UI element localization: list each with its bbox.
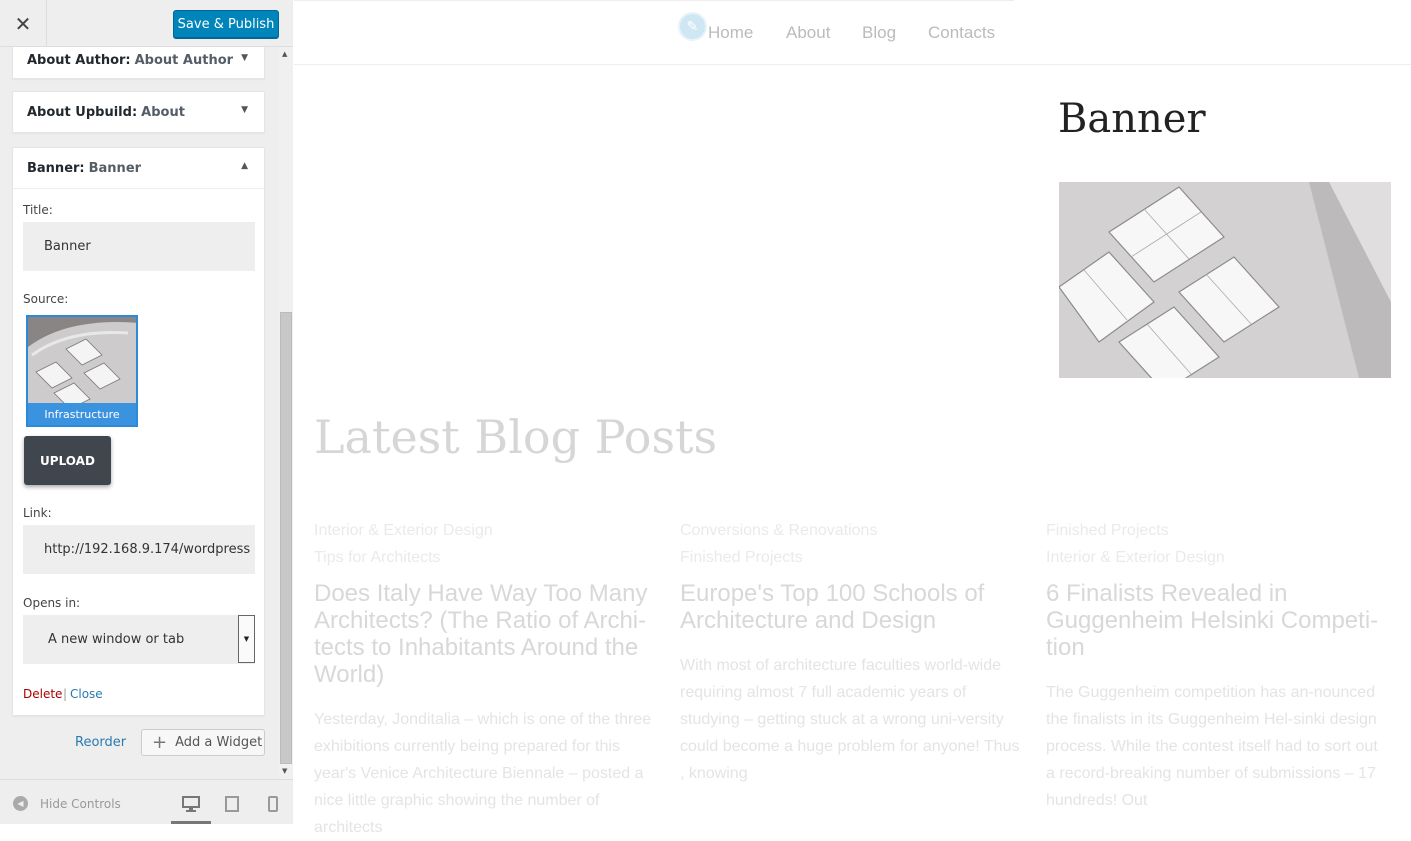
banner-widget-title: Banner xyxy=(1058,96,1206,142)
sidebar-scrollbar[interactable]: ▲ ▼ xyxy=(279,47,293,779)
link-input[interactable]: http://192.168.9.174/wordpress xyxy=(23,525,255,574)
widget-title: About Author xyxy=(134,52,234,68)
plus-icon: + xyxy=(152,732,168,753)
nav-home[interactable]: Home xyxy=(708,23,753,43)
scroll-down-icon[interactable]: ▼ xyxy=(282,767,287,775)
customizer-sidebar: ✕ Save & Publish About Author: About Auth… xyxy=(0,0,293,824)
site-preview: ✎ Home About Blog Contacts Banner Latest… xyxy=(294,0,1411,836)
widget-title: Banner xyxy=(88,160,142,176)
nav-blog[interactable]: Blog xyxy=(862,23,896,43)
nav-about[interactable]: About xyxy=(786,23,830,43)
add-widget-button[interactable]: + Add a Widget xyxy=(141,729,265,756)
source-caption: Infrastructure xyxy=(28,403,136,425)
post-category[interactable]: Interior & Exterior Design xyxy=(1046,544,1391,571)
post-title[interactable]: 6 Finalists Revealed in Guggenheim Helsi… xyxy=(1046,580,1391,661)
source-image-thumbnail[interactable]: Infrastructure xyxy=(26,315,138,427)
separator: | xyxy=(63,687,68,701)
widget-banner-header[interactable]: Banner: Banner ▲ xyxy=(13,148,264,189)
hide-controls-button[interactable]: ◀ Hide Controls xyxy=(13,796,121,811)
opens-in-select[interactable]: A new window or tab ▼ xyxy=(23,615,255,664)
upload-button[interactable]: UPLOAD xyxy=(24,436,111,485)
post-title[interactable]: Does Italy Have Way Too Many Architects?… xyxy=(314,580,659,688)
hide-controls-label: Hide Controls xyxy=(40,796,121,811)
customizer-header: ✕ Save & Publish xyxy=(0,0,293,47)
top-border xyxy=(294,0,1014,1)
customizer-footer: ◀ Hide Controls xyxy=(0,779,293,824)
chevron-down-icon[interactable]: ▼ xyxy=(241,105,248,115)
widget-name: About Upbuild xyxy=(27,104,132,120)
widgets-panel: About Author: About Author ▼ About Upbuild… xyxy=(0,47,281,779)
post-category[interactable]: Interior & Exterior Design xyxy=(314,517,659,544)
mobile-preview-icon[interactable] xyxy=(263,794,283,814)
collapse-icon: ◀ xyxy=(13,796,28,811)
post-excerpt: Yesterday, Jonditalia – which is one of … xyxy=(314,711,652,836)
delete-link[interactable]: Delete xyxy=(23,687,62,701)
blog-post-card: Interior & Exterior Design Tips for Arch… xyxy=(314,517,659,841)
close-icon: ✕ xyxy=(14,11,32,36)
post-category[interactable]: Conversions & Renovations xyxy=(680,517,1025,544)
post-excerpt: With most of architecture faculties worl… xyxy=(680,657,1020,782)
nav-contacts[interactable]: Contacts xyxy=(928,23,995,43)
scroll-up-icon[interactable]: ▲ xyxy=(282,50,287,58)
add-widget-label: Add a Widget xyxy=(175,735,263,750)
widget-name: About Author xyxy=(27,52,126,68)
opens-in-value: A new window or tab xyxy=(48,632,185,647)
banner-image[interactable] xyxy=(1059,182,1391,378)
tablet-preview-icon[interactable] xyxy=(222,794,242,814)
post-category[interactable]: Finished Projects xyxy=(680,544,1025,571)
widget-about-author[interactable]: About Author: About Author ▼ xyxy=(12,47,265,79)
title-label: Title: xyxy=(23,203,53,217)
site-navigation: ✎ Home About Blog Contacts xyxy=(294,0,1411,65)
blog-post-card: Finished Projects Interior & Exterior De… xyxy=(1046,517,1391,814)
link-label: Link: xyxy=(23,506,52,520)
opens-in-label: Opens in: xyxy=(23,596,81,610)
desktop-preview-icon[interactable] xyxy=(181,794,201,814)
post-category[interactable]: Tips for Architects xyxy=(314,544,659,571)
widget-about-upbuild[interactable]: About Upbuild: About ▼ xyxy=(12,91,265,133)
chevron-up-icon[interactable]: ▲ xyxy=(241,161,248,171)
widget-name: Banner xyxy=(27,160,80,176)
post-excerpt: The Guggenheim competition has an-nounce… xyxy=(1046,684,1378,809)
blog-post-card: Conversions & Renovations Finished Proje… xyxy=(680,517,1025,787)
post-category[interactable]: Finished Projects xyxy=(1046,517,1391,544)
edit-shortcut-pencil-icon[interactable]: ✎ xyxy=(678,12,707,41)
dropdown-arrow-icon[interactable]: ▼ xyxy=(238,615,255,663)
widget-title: About xyxy=(141,104,185,120)
source-label: Source: xyxy=(23,292,69,306)
close-customizer-button[interactable]: ✕ xyxy=(0,0,47,47)
save-publish-button[interactable]: Save & Publish xyxy=(173,10,279,38)
close-link[interactable]: Close xyxy=(70,687,103,701)
section-title: Latest Blog Posts xyxy=(314,410,718,464)
reorder-link[interactable]: Reorder xyxy=(75,735,126,750)
post-title[interactable]: Europe's Top 100 Schools of Architecture… xyxy=(680,580,1025,634)
title-input[interactable]: Banner xyxy=(23,222,255,271)
chevron-down-icon[interactable]: ▼ xyxy=(241,53,248,63)
scrollbar-thumb[interactable] xyxy=(280,312,292,764)
widget-banner: Banner: Banner ▲ Title: Banner Source: Inf… xyxy=(12,147,265,716)
